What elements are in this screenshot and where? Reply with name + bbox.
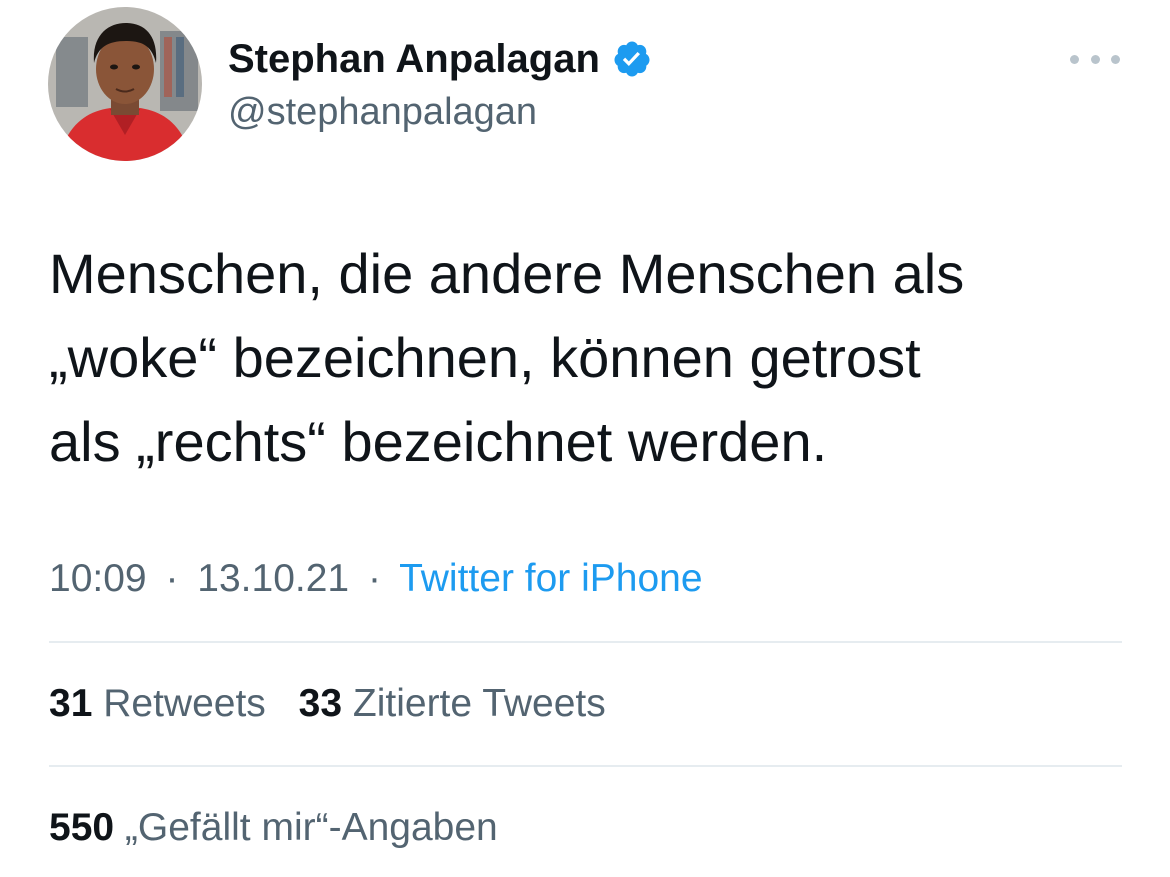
retweets-count: 31 bbox=[49, 682, 93, 725]
verified-badge-icon bbox=[612, 39, 652, 79]
likes-label: „Gefällt mir“-Angaben bbox=[124, 806, 498, 849]
meta-separator: · bbox=[367, 557, 381, 600]
more-dot bbox=[1111, 54, 1120, 64]
author-handle[interactable]: @stephanpalagan bbox=[228, 88, 537, 136]
quotes-stat[interactable]: 33 Zitierte Tweets bbox=[299, 682, 606, 725]
likes-stat[interactable]: 550 „Gefällt mir“-Angaben bbox=[49, 806, 498, 849]
author-name[interactable]: Stephan Anpalagan bbox=[228, 34, 652, 84]
likes-stats-row: 550 „Gefällt mir“-Angaben bbox=[49, 803, 520, 853]
tweet-text-line: Menschen, die andere Menschen als bbox=[49, 242, 965, 305]
quotes-label: Zitierte Tweets bbox=[352, 682, 606, 725]
avatar-image bbox=[48, 7, 202, 161]
avatar[interactable] bbox=[48, 7, 202, 161]
author-name-text: Stephan Anpalagan bbox=[228, 37, 600, 81]
retweet-stats-row: 31 Retweets 33 Zitierte Tweets bbox=[49, 679, 628, 729]
tweet-source-link[interactable]: Twitter for iPhone bbox=[399, 557, 702, 600]
likes-count: 550 bbox=[49, 806, 115, 849]
tweet-time[interactable]: 10:09 bbox=[49, 557, 147, 600]
tweet-text-line: als „rechts“ bezeichnet werden. bbox=[49, 410, 828, 473]
meta-separator: · bbox=[165, 557, 179, 600]
tweet-meta: 10:09 · 13.10.21 · Twitter for iPhone bbox=[49, 554, 703, 604]
more-dot bbox=[1070, 54, 1079, 64]
more-dot bbox=[1090, 54, 1100, 64]
retweets-label: Retweets bbox=[103, 682, 266, 725]
divider bbox=[49, 641, 1122, 643]
tweet-text-line: „woke“ bezeichnen, können getrost bbox=[49, 326, 921, 389]
quotes-count: 33 bbox=[298, 682, 343, 725]
more-horizontal-icon[interactable] bbox=[1070, 44, 1120, 74]
retweets-stat[interactable]: 31 Retweets bbox=[49, 682, 266, 725]
tweet-card: Stephan Anpalagan @stephanpalagan Mensch… bbox=[0, 0, 1170, 877]
divider bbox=[49, 765, 1122, 767]
tweet-date[interactable]: 13.10.21 bbox=[197, 557, 349, 600]
tweet-text: Menschen, die andere Menschen als „woke“… bbox=[49, 232, 1139, 484]
